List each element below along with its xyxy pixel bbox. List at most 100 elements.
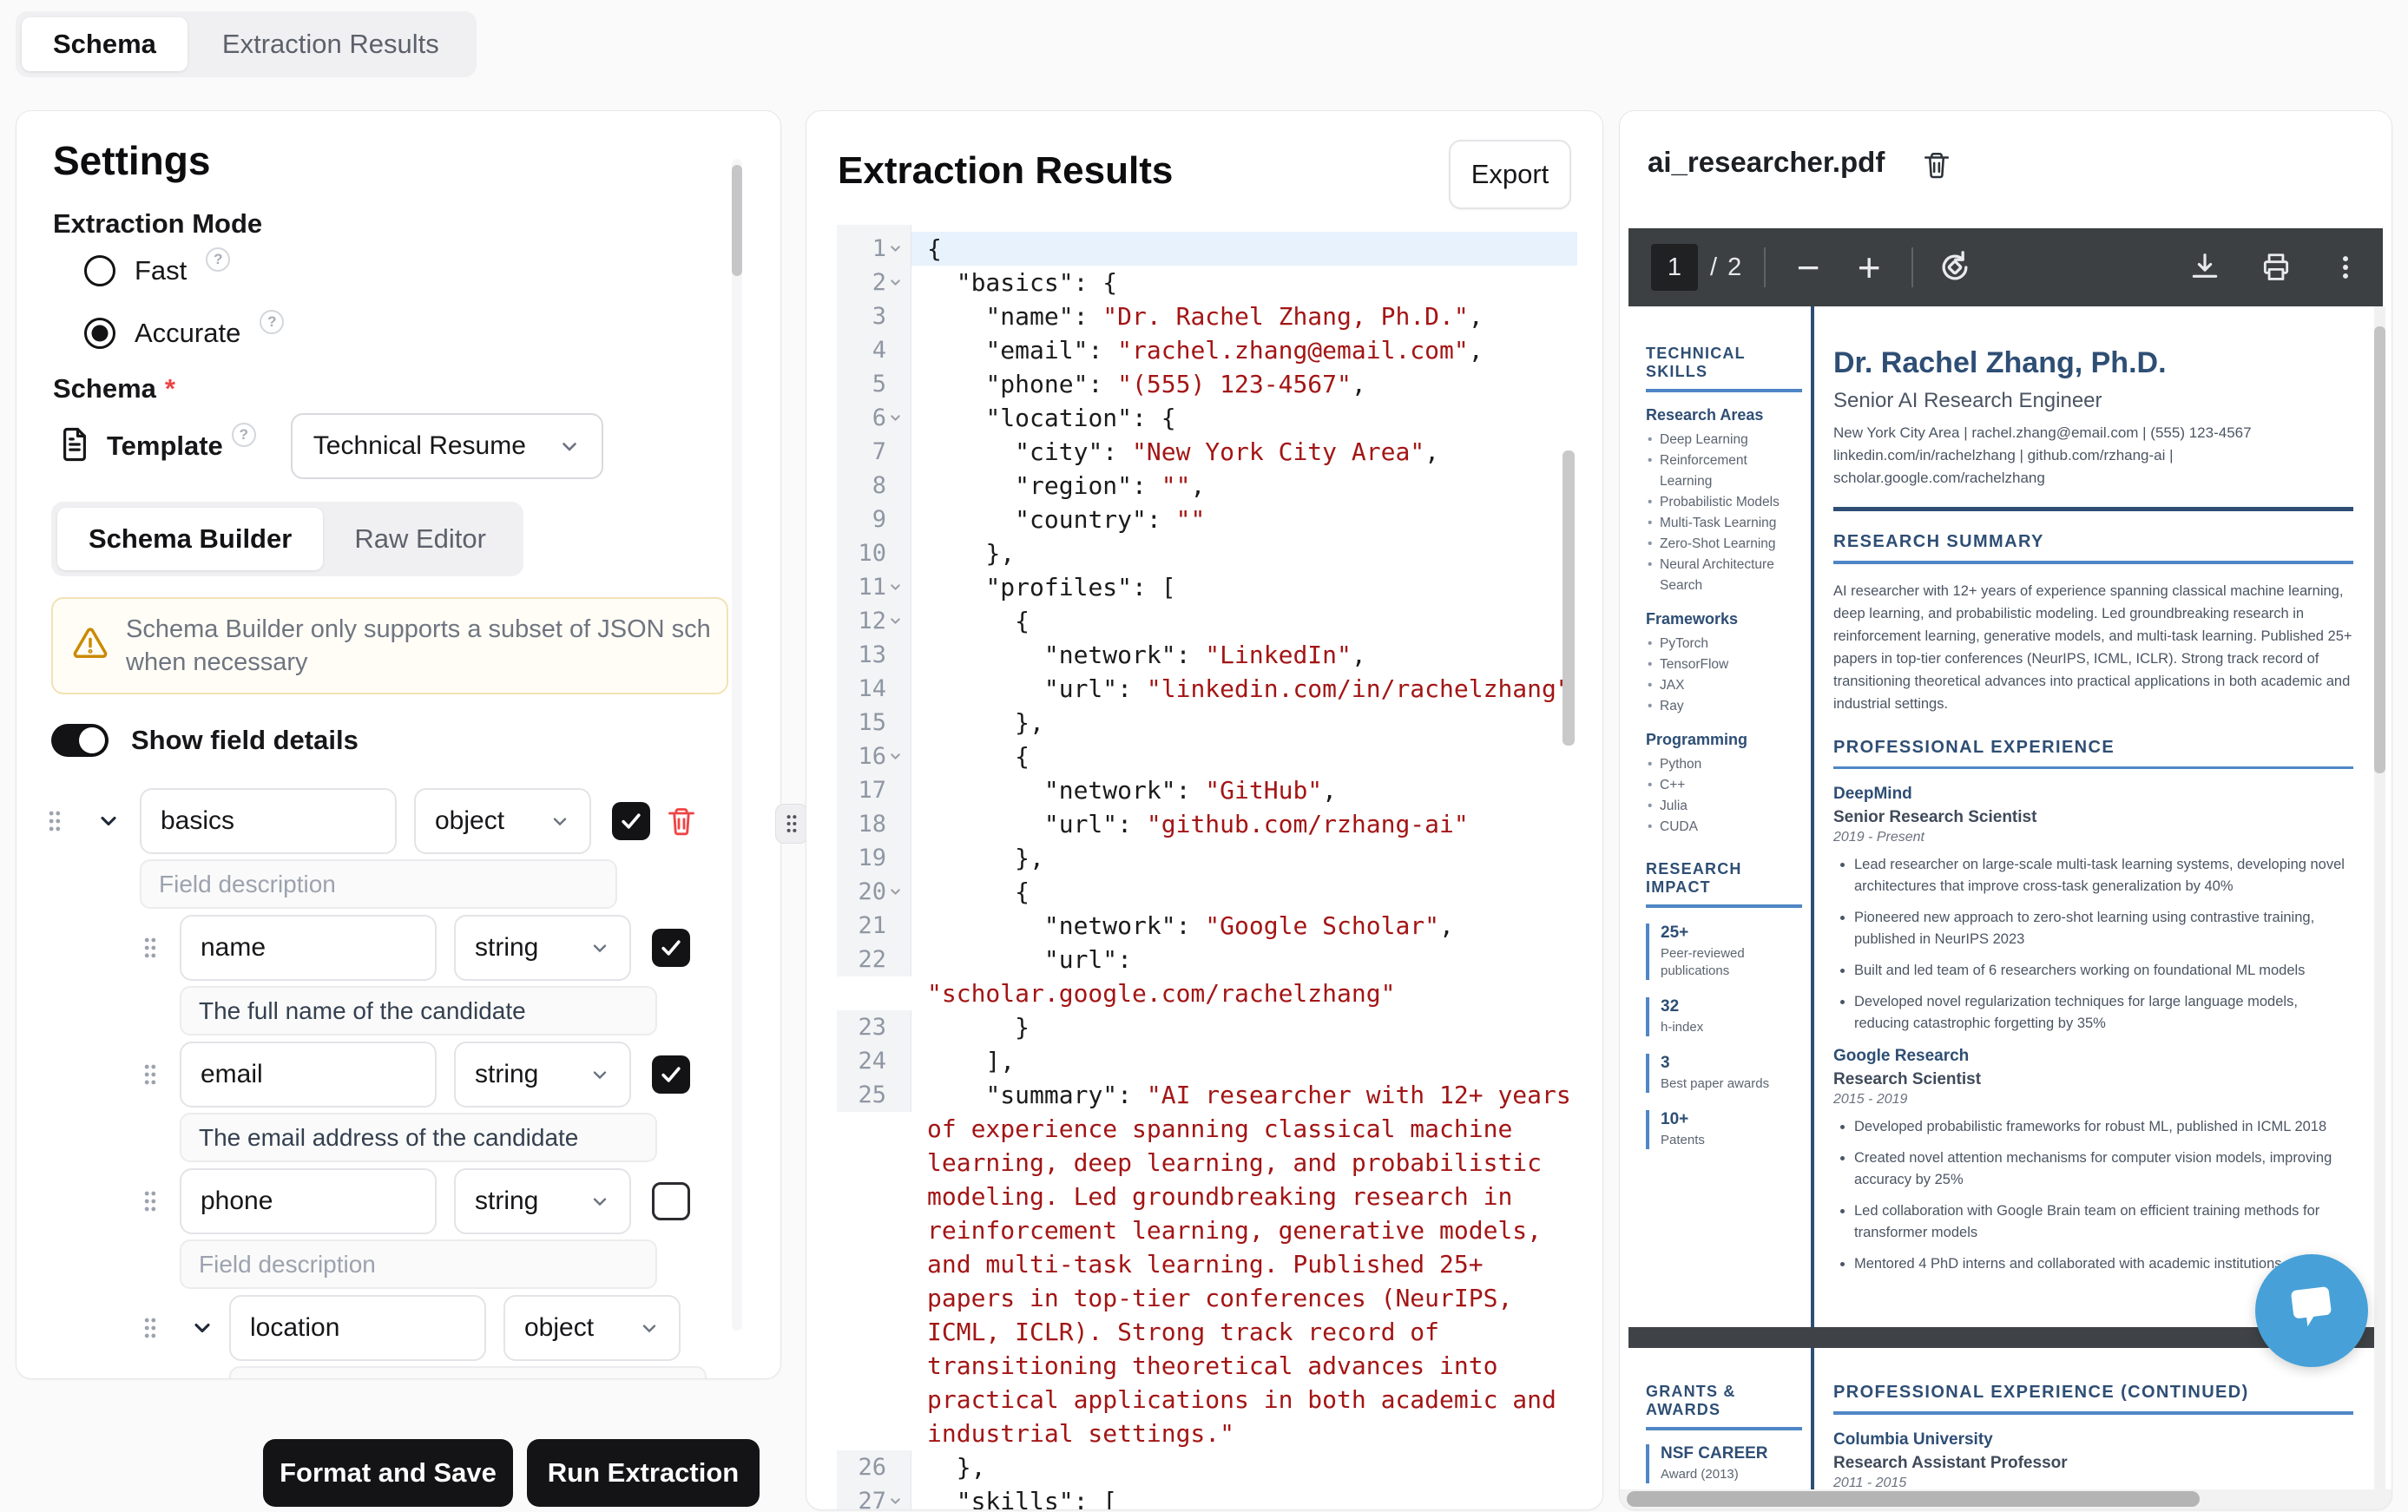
export-button[interactable]: Export	[1449, 140, 1571, 209]
code-gutter[interactable]: 27	[837, 1484, 911, 1510]
code-gutter[interactable]: 8	[837, 469, 911, 503]
code-gutter[interactable]: 24	[837, 1044, 911, 1078]
field-name-input[interactable]: phone	[180, 1168, 437, 1234]
code-gutter[interactable]: 26	[837, 1450, 911, 1484]
code-line[interactable]: 16 {	[837, 740, 1578, 773]
code-line[interactable]: 1{	[837, 232, 1578, 266]
code-line[interactable]: 25 "summary": "AI researcher with 12+ ye…	[837, 1078, 1578, 1450]
json-code-editor[interactable]: 1{2 "basics": {3 "name": "Dr. Rachel Zha…	[837, 225, 1578, 1502]
field-description-input[interactable]: Field description	[140, 859, 617, 909]
code-gutter[interactable]: 25	[837, 1078, 911, 1112]
code-gutter[interactable]: 17	[837, 773, 911, 807]
field-drag-handle[interactable]	[141, 1062, 160, 1087]
code-gutter[interactable]: 22	[837, 943, 911, 976]
code-line[interactable]: 19 },	[837, 841, 1578, 875]
fold-toggle[interactable]	[886, 580, 904, 595]
field-drag-handle[interactable]	[141, 1189, 160, 1213]
code-gutter[interactable]: 10	[837, 536, 911, 570]
pdf-delete-icon[interactable]	[1922, 149, 1951, 185]
radio-accurate-circle[interactable]	[84, 318, 115, 349]
tab-schema[interactable]: Schema	[22, 17, 188, 71]
fold-toggle[interactable]	[886, 241, 904, 256]
fold-chevron-icon[interactable]	[888, 411, 903, 425]
template-select[interactable]: Technical Resume	[291, 413, 603, 479]
code-line[interactable]: 24 ],	[837, 1044, 1578, 1078]
field-type-select[interactable]: string	[454, 915, 631, 981]
field-drag-handle[interactable]	[141, 936, 160, 960]
run-extraction-button[interactable]: Run Extraction	[527, 1439, 760, 1507]
fold-toggle[interactable]	[886, 614, 904, 628]
tab-raw-editor[interactable]: Raw Editor	[323, 508, 517, 570]
field-required-checkbox[interactable]	[652, 929, 690, 967]
radio-accurate[interactable]: Accurate ?	[84, 318, 284, 349]
download-icon[interactable]	[2188, 251, 2221, 284]
fold-chevron-icon[interactable]	[888, 749, 903, 764]
code-line[interactable]: 15 },	[837, 706, 1578, 740]
code-gutter[interactable]: 12	[837, 604, 911, 638]
code-line[interactable]: 14 "url": "linkedin.com/in/rachelzhang"	[837, 672, 1578, 706]
field-delete-button[interactable]	[666, 805, 697, 838]
code-gutter[interactable]: 4	[837, 333, 911, 367]
code-line[interactable]: 21 "network": "Google Scholar",	[837, 909, 1578, 943]
zoom-out-icon[interactable]: −	[1788, 247, 1828, 287]
code-gutter[interactable]: 3	[837, 299, 911, 333]
field-drag-handle[interactable]	[141, 1316, 160, 1340]
field-required-checkbox[interactable]	[652, 1182, 690, 1220]
code-line[interactable]: 18 "url": "github.com/rzhang-ai"	[837, 807, 1578, 841]
code-line[interactable]: 8 "region": "",	[837, 469, 1578, 503]
pdf-scrollbar-thumb[interactable]	[2374, 326, 2385, 773]
field-name-input[interactable]: location	[229, 1295, 486, 1361]
code-line[interactable]: 6 "location": {	[837, 401, 1578, 435]
settings-scrollbar-thumb[interactable]	[732, 165, 742, 276]
fold-chevron-icon[interactable]	[888, 241, 903, 256]
field-required-checkbox[interactable]	[612, 802, 650, 840]
code-line[interactable]: 10 },	[837, 536, 1578, 570]
fold-chevron-icon[interactable]	[888, 580, 903, 595]
code-gutter[interactable]: 19	[837, 841, 911, 875]
help-icon[interactable]: ?	[206, 247, 230, 272]
help-icon[interactable]: ?	[232, 423, 256, 447]
print-icon[interactable]	[2260, 251, 2293, 284]
code-gutter[interactable]: 9	[837, 503, 911, 536]
code-gutter[interactable]: 1	[837, 232, 911, 266]
show-field-details-toggle[interactable]	[51, 724, 109, 757]
code-gutter[interactable]: 20	[837, 875, 911, 909]
code-gutter[interactable]: 11	[837, 570, 911, 604]
code-line[interactable]: 12 {	[837, 604, 1578, 638]
field-description-input[interactable]: Field description	[229, 1366, 707, 1379]
field-expand-chevron[interactable]	[96, 809, 121, 833]
code-gutter[interactable]: 18	[837, 807, 911, 841]
fold-toggle[interactable]	[886, 411, 904, 425]
code-line[interactable]: 11 "profiles": [	[837, 570, 1578, 604]
code-line[interactable]: 4 "email": "rachel.zhang@email.com",	[837, 333, 1578, 367]
tab-schema-builder[interactable]: Schema Builder	[57, 508, 323, 570]
field-type-select[interactable]: object	[414, 788, 591, 854]
code-line[interactable]: 22 "url": "scholar.google.com/rachelzhan…	[837, 943, 1578, 1010]
more-options-icon[interactable]	[2331, 251, 2360, 284]
field-name-input[interactable]: name	[180, 915, 437, 981]
code-gutter[interactable]: 5	[837, 367, 911, 401]
field-description-input[interactable]: The email address of the candidate	[180, 1113, 657, 1162]
field-name-input[interactable]: basics	[140, 788, 397, 854]
code-line[interactable]: 23 }	[837, 1010, 1578, 1044]
code-line[interactable]: 5 "phone": "(555) 123-4567",	[837, 367, 1578, 401]
pdf-hscrollbar-thumb[interactable]	[1627, 1491, 2200, 1507]
fold-toggle[interactable]	[886, 1494, 904, 1509]
field-type-select[interactable]: string	[454, 1168, 631, 1234]
field-description-input[interactable]: Field description	[180, 1239, 657, 1289]
code-gutter[interactable]: 15	[837, 706, 911, 740]
fold-chevron-icon[interactable]	[888, 614, 903, 628]
help-icon[interactable]: ?	[260, 310, 284, 334]
field-type-select[interactable]: string	[454, 1042, 631, 1108]
field-drag-handle[interactable]	[45, 809, 64, 833]
code-line[interactable]: 27 "skills": [	[837, 1484, 1578, 1510]
code-line[interactable]: 26 },	[837, 1450, 1578, 1484]
editor-scrollbar-thumb[interactable]	[1563, 450, 1575, 746]
zoom-in-icon[interactable]: +	[1849, 247, 1889, 287]
code-gutter[interactable]: 23	[837, 1010, 911, 1044]
fold-toggle[interactable]	[886, 275, 904, 290]
code-line[interactable]: 13 "network": "LinkedIn",	[837, 638, 1578, 672]
code-line[interactable]: 20 {	[837, 875, 1578, 909]
field-type-select[interactable]: object	[503, 1295, 681, 1361]
field-description-input[interactable]: The full name of the candidate	[180, 986, 657, 1035]
